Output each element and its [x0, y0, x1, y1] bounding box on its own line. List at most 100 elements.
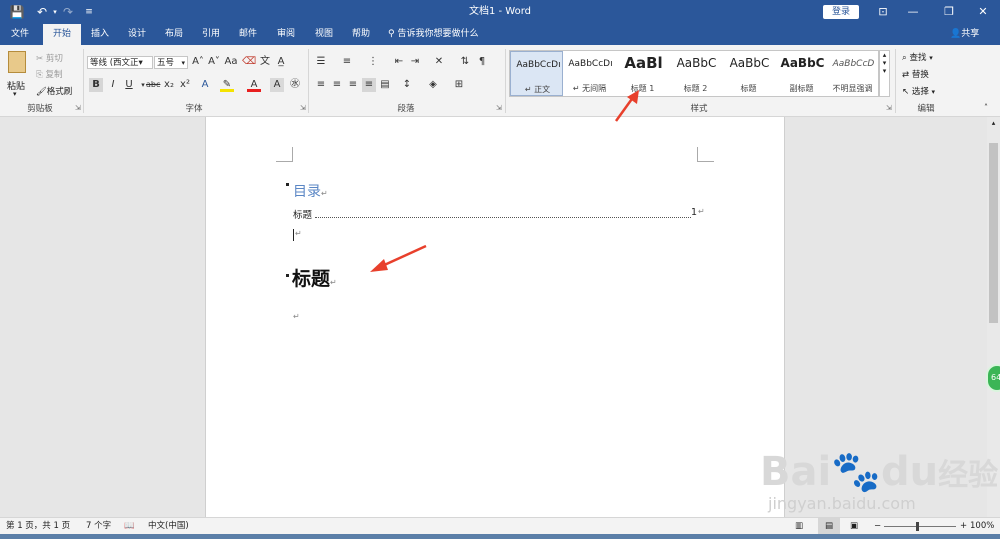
- bold-button[interactable]: B: [89, 78, 103, 92]
- close-button[interactable]: ✕: [966, 0, 1000, 24]
- shading-icon[interactable]: ◈: [426, 78, 440, 92]
- borders-icon[interactable]: ⊞: [452, 78, 466, 92]
- maximize-button[interactable]: ❐: [932, 0, 966, 24]
- tab-home[interactable]: 开始: [43, 24, 81, 45]
- font-name-select[interactable]: 等线 (西文正▾: [87, 56, 153, 69]
- text-effects-icon[interactable]: A: [198, 78, 212, 92]
- language-indicator[interactable]: 中文(中国): [148, 518, 189, 535]
- zoom-in-icon[interactable]: +: [960, 518, 967, 535]
- increase-indent-icon[interactable]: ⇥: [408, 55, 422, 69]
- multilevel-list-icon[interactable]: ⋮: [366, 55, 380, 69]
- character-border-icon[interactable]: A̲: [274, 55, 288, 69]
- style-title[interactable]: AaBbC 标题: [722, 51, 775, 96]
- distributed-icon[interactable]: ▤: [378, 78, 392, 92]
- strikethrough-button[interactable]: abc: [146, 78, 160, 92]
- scroll-up-icon[interactable]: ▴: [987, 117, 1000, 129]
- superscript-button[interactable]: x²: [178, 78, 192, 92]
- grow-font-icon[interactable]: A˄: [191, 55, 205, 69]
- style-subtitle[interactable]: AaBbC 副标题: [775, 51, 828, 96]
- tab-mailings[interactable]: 邮件: [232, 24, 264, 45]
- toc-entry[interactable]: 标题 1 ↵: [293, 207, 705, 221]
- undo-icon[interactable]: ↶: [34, 2, 50, 22]
- tab-review[interactable]: 审阅: [270, 24, 302, 45]
- share-label: 共享: [961, 29, 980, 39]
- style-no-spacing[interactable]: AaBbCcDı ↵ 无间隔: [563, 51, 616, 96]
- tab-layout[interactable]: 布局: [158, 24, 190, 45]
- select-button[interactable]: ↖ 选择 ▾: [902, 85, 935, 97]
- ribbon-display-icon[interactable]: ⊡: [866, 0, 900, 24]
- redo-icon[interactable]: ↷: [60, 2, 76, 22]
- tab-view[interactable]: 视图: [308, 24, 340, 45]
- shrink-font-icon[interactable]: A˅: [207, 55, 221, 69]
- styles-gallery-scroll[interactable]: ▴ ▾ ▾: [879, 50, 890, 97]
- chinese-layout-icon[interactable]: ✕: [432, 55, 446, 69]
- enclose-characters-icon[interactable]: ㊌: [288, 78, 302, 92]
- numbering-icon[interactable]: ≡: [340, 55, 354, 69]
- proofing-icon[interactable]: 📖: [124, 518, 135, 535]
- dialog-launcher-icon[interactable]: ⇲: [886, 104, 892, 112]
- tab-help[interactable]: 帮助: [345, 24, 377, 45]
- style-subtle-emphasis[interactable]: AaBbCcD 不明显强调: [826, 51, 879, 96]
- crop-mark-top-right: [697, 147, 714, 162]
- cut-button[interactable]: ✂ 剪切: [36, 52, 63, 64]
- italic-button[interactable]: I: [106, 78, 120, 92]
- zoom-level[interactable]: 100%: [970, 518, 994, 535]
- paste-button[interactable]: 粘贴 ▾: [5, 49, 29, 99]
- align-left-icon[interactable]: ≡: [314, 78, 328, 92]
- zoom-slider-thumb[interactable]: [916, 522, 919, 531]
- page-count[interactable]: 第 1 页，共 1 页: [6, 518, 70, 535]
- document-page[interactable]: 目录↵ 标题 1 ↵ ↵ 标题↵ ↵: [205, 117, 785, 517]
- style-normal[interactable]: AaBbCcDı ↵ 正文: [510, 51, 563, 96]
- show-marks-icon[interactable]: ¶: [475, 55, 489, 69]
- save-icon[interactable]: 💾: [8, 2, 26, 22]
- zoom-out-icon[interactable]: −: [874, 518, 881, 535]
- collapse-ribbon-icon[interactable]: ˄: [984, 103, 988, 112]
- toc-entry-page: 1: [691, 207, 698, 218]
- login-button[interactable]: 登录: [823, 5, 859, 19]
- chevron-down-icon[interactable]: ▾: [880, 59, 889, 67]
- highlight-color-icon[interactable]: ✎: [220, 78, 234, 92]
- line-spacing-icon[interactable]: ↕: [400, 78, 414, 92]
- decrease-indent-icon[interactable]: ⇤: [392, 55, 406, 69]
- minimize-button[interactable]: —: [896, 0, 930, 24]
- word-count[interactable]: 7 个字: [86, 518, 111, 535]
- dialog-launcher-icon[interactable]: ⇲: [75, 104, 81, 112]
- dialog-launcher-icon[interactable]: ⇲: [300, 104, 306, 112]
- tab-file[interactable]: 文件: [5, 24, 35, 45]
- sort-icon[interactable]: ⇅: [458, 55, 472, 69]
- tab-design[interactable]: 设计: [121, 24, 153, 45]
- read-mode-icon[interactable]: ▥: [795, 518, 803, 535]
- underline-button[interactable]: U: [122, 78, 136, 92]
- more-styles-icon[interactable]: ▾: [880, 67, 889, 75]
- replace-button[interactable]: ⇄ 替换: [902, 68, 929, 80]
- undo-dropdown-icon[interactable]: ▾: [50, 2, 60, 22]
- print-layout-icon[interactable]: ▤: [818, 518, 840, 535]
- tab-insert[interactable]: 插入: [84, 24, 116, 45]
- copy-button[interactable]: ⎘ 复制: [36, 68, 63, 80]
- subscript-button[interactable]: x₂: [162, 78, 176, 92]
- clear-formatting-icon[interactable]: ⌫: [242, 55, 256, 69]
- format-painter-button[interactable]: 🖌格式刷: [36, 85, 72, 97]
- cut-label: 剪切: [45, 54, 63, 64]
- font-color-icon[interactable]: A: [247, 78, 261, 92]
- character-shading-icon[interactable]: A: [270, 78, 284, 92]
- share-button[interactable]: 👤共享: [950, 24, 979, 45]
- dialog-launcher-icon[interactable]: ⇲: [496, 104, 502, 112]
- chevron-up-icon[interactable]: ▴: [880, 51, 889, 59]
- change-case-icon[interactable]: Aa: [224, 55, 238, 69]
- customize-toolbar-icon[interactable]: ≡: [82, 2, 96, 22]
- zoom-slider[interactable]: [884, 522, 956, 531]
- side-badge[interactable]: 64: [986, 364, 1000, 392]
- scrollbar-thumb[interactable]: [989, 143, 998, 323]
- align-center-icon[interactable]: ≡: [330, 78, 344, 92]
- web-layout-icon[interactable]: ▣: [850, 518, 858, 535]
- font-size-select[interactable]: 五号 ▾: [154, 56, 188, 69]
- align-right-icon[interactable]: ≡: [346, 78, 360, 92]
- style-heading-2[interactable]: AaBbC 标题 2: [669, 51, 722, 96]
- bullets-icon[interactable]: ☰: [314, 55, 328, 69]
- tab-references[interactable]: 引用: [195, 24, 227, 45]
- find-button[interactable]: ⌕ 查找 ▾: [902, 51, 933, 63]
- justify-icon[interactable]: ≡: [362, 78, 376, 92]
- phonetic-guide-icon[interactable]: 文: [258, 55, 272, 69]
- tell-me-search[interactable]: ⚲ 告诉我你想要做什么: [388, 24, 478, 45]
